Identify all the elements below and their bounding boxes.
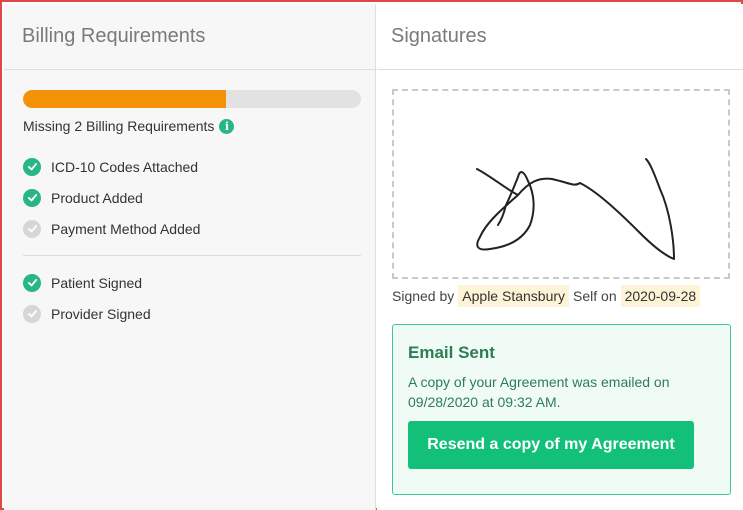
requirement-label: ICD-10 Codes Attached	[51, 158, 199, 175]
check-icon	[23, 219, 41, 238]
missing-requirements: Missing 2 Billing Requirements i	[23, 118, 235, 134]
check-icon	[23, 157, 41, 176]
requirements-list: ICD-10 Codes Attached Product Added Paymen…	[23, 151, 363, 329]
signed-by-line: Signed by Apple Stansbury Self on 2020-0…	[392, 284, 704, 308]
requirement-label: Provider Signed	[51, 305, 151, 322]
signature-pad[interactable]	[392, 89, 730, 279]
billing-title: Billing Requirements	[4, 4, 375, 70]
signed-by-prefix: Signed by	[392, 288, 455, 304]
email-sent-card: Email Sent A copy of your Agreement was …	[392, 324, 731, 495]
requirement-label: Patient Signed	[51, 274, 143, 291]
requirement-item: Provider Signed	[23, 298, 363, 329]
signature-drawing	[476, 158, 675, 260]
signatures-panel: Signatures Signed by Apple Stansbury Sel…	[377, 4, 743, 510]
signer-role: Self on	[573, 288, 617, 304]
billing-progress-fill	[23, 90, 226, 108]
requirement-item: ICD-10 Codes Attached	[23, 151, 363, 182]
signatures-title: Signatures	[377, 4, 743, 70]
app-frame: Billing Requirements Missing 2 Billing R…	[0, 0, 743, 510]
signer-name: Apple Stansbury	[458, 285, 570, 307]
check-icon	[23, 273, 41, 292]
requirement-item: Product Added	[23, 182, 363, 213]
requirements-divider	[23, 255, 361, 256]
check-icon	[23, 304, 41, 323]
requirement-item: Patient Signed	[23, 267, 363, 298]
email-sent-message: A copy of your Agreement was emailed on …	[408, 374, 670, 410]
resend-agreement-button[interactable]: Resend a copy of my Agreement	[408, 421, 694, 469]
email-sent-title: Email Sent	[408, 343, 495, 362]
billing-panel: Billing Requirements Missing 2 Billing R…	[4, 4, 376, 510]
info-icon[interactable]: i	[219, 118, 235, 134]
check-icon	[23, 188, 41, 207]
requirement-item: Payment Method Added	[23, 213, 363, 244]
requirement-label: Product Added	[51, 189, 143, 206]
billing-progress-bar	[23, 90, 361, 108]
signed-date: 2020-09-28	[620, 285, 701, 307]
requirement-label: Payment Method Added	[51, 220, 201, 237]
missing-requirements-text: Missing 2 Billing Requirements	[23, 118, 215, 134]
